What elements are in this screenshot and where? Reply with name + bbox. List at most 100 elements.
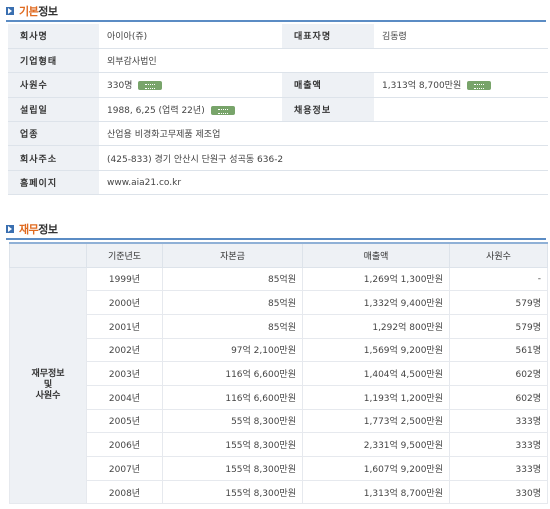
- employees-cell: 333명: [449, 456, 548, 481]
- side-header-blank: [9, 242, 87, 268]
- capital-cell: 55억 8,300만원: [162, 408, 303, 434]
- table-row: 사원수 330명 매출액 1,313억 8,700만원: [8, 72, 548, 98]
- industry-value: 산업용 비경화고무제품 제조업: [99, 121, 548, 147]
- finance-info-heading: 재무정보: [6, 221, 58, 237]
- founded-value: 1988, 6,25 (업력 22년): [107, 105, 205, 116]
- finance-table-body: 재무정보 및 사원수 1999년 85억원 1,269억 1,300만원 -2000년 85억…: [9, 266, 548, 505]
- year-cell: 2001년: [86, 313, 163, 339]
- col-year-header: 기준년도: [86, 242, 163, 268]
- table-row: 2004년 116억 6,600만원 1,193억 1,200만원 602명: [10, 384, 548, 410]
- employees-cell: 561명: [449, 337, 548, 363]
- capital-cell: 85억원: [162, 290, 303, 315]
- table-row: 2001년 85억원 1,292억 800만원 579명: [10, 313, 548, 339]
- table-row: 2008년 155억 8,300만원 1,313억 8,700만원 330명: [10, 479, 548, 505]
- industry-label: 업종: [8, 121, 99, 147]
- sales-cell: 1,292억 800만원: [302, 313, 450, 339]
- graph-badge-icon[interactable]: [467, 81, 492, 91]
- year-cell: 2002년: [86, 337, 163, 363]
- side-label-line: 및: [43, 379, 53, 390]
- founded-label: 설립일: [8, 97, 99, 123]
- capital-cell: 85억원: [162, 266, 303, 292]
- address-value: (425-833) 경기 안산시 단원구 성곡동 636-2: [99, 145, 548, 171]
- table-header-row: 기준년도 자본금 매출액 사원수: [9, 242, 548, 268]
- sales-value: 1,313억 8,700만원: [382, 81, 462, 92]
- side-label-line: 재무정보: [31, 368, 65, 379]
- ceo-value: 김동령: [374, 24, 548, 49]
- year-cell: 2000년: [86, 290, 163, 315]
- address-label: 회사주소: [8, 145, 99, 171]
- sales-cell: 1,404억 4,500만원: [302, 361, 450, 386]
- table-row: 업종 산업용 비경화고무제품 제조업: [8, 121, 548, 147]
- recruit-value: [374, 97, 548, 123]
- employees-cell: 602명: [449, 361, 548, 386]
- capital-cell: 97억 2,100만원: [162, 337, 303, 363]
- table-row: 기업형태 외부감사법인: [8, 48, 548, 74]
- table-row: 2003년 116억 6,600만원 1,404억 4,500만원 602명: [10, 361, 548, 386]
- company-type-value: 외부감사법인: [99, 48, 548, 74]
- employees-cell: 330명: [449, 479, 548, 505]
- employees-cell: 602명: [449, 384, 548, 410]
- homepage-label: 홈페이지: [8, 170, 99, 196]
- basic-info-heading: 기본정보: [6, 3, 58, 19]
- basic-info-table: 회사명 아이아(쥬) 대표자명 김동령 기업형태 외부감사법인 사원수 330명…: [8, 24, 548, 196]
- col-employees-header: 사원수: [449, 242, 548, 268]
- capital-cell: 116억 6,600만원: [162, 361, 303, 386]
- basic-info-divider: [6, 20, 546, 22]
- sales-cell: 1,332억 9,400만원: [302, 290, 450, 315]
- table-row: 2000년 85억원 1,332억 9,400만원 579명: [10, 290, 548, 315]
- employees-cell: 333명: [449, 432, 548, 457]
- side-label-line: 사원수: [35, 390, 61, 401]
- employees-cell: 330명: [99, 72, 282, 98]
- capital-cell: 155억 8,300만원: [162, 432, 303, 457]
- finance-table: 기준년도 자본금 매출액 사원수 재무정보 및 사원수 1999년 85억원 1,269억…: [9, 242, 548, 505]
- sales-cell: 1,269억 1,300만원: [302, 266, 450, 292]
- company-name-value: 아이아(쥬): [99, 24, 282, 49]
- finance-info-title: 재무정보: [19, 223, 58, 236]
- sales-cell: 1,193억 1,200만원: [302, 384, 450, 410]
- graph-badge-icon[interactable]: [138, 81, 163, 91]
- employees-cell: 579명: [449, 313, 548, 339]
- table-row: 재무정보 및 사원수 1999년 85억원 1,269억 1,300만원 -: [9, 266, 548, 505]
- col-capital-header: 자본금: [162, 242, 303, 268]
- table-row: 홈페이지 www.aia21.co.kr: [8, 170, 548, 196]
- recruit-label: 채용정보: [282, 97, 374, 123]
- employees-cell: 333명: [449, 408, 548, 434]
- finance-side-label: 재무정보 및 사원수: [9, 266, 87, 505]
- year-cell: 1999년: [86, 266, 163, 292]
- sales-cell: 1,607억 9,200만원: [302, 456, 450, 481]
- table-row: 2007년 155억 8,300만원 1,607억 9,200만원 333명: [10, 456, 548, 481]
- sales-cell: 1,773억 2,500만원: [302, 408, 450, 434]
- year-cell: 2007년: [86, 456, 163, 481]
- company-name-label: 회사명: [8, 24, 99, 49]
- year-cell: 2008년: [86, 479, 163, 505]
- capital-cell: 155억 8,300만원: [162, 456, 303, 481]
- basic-info-title: 기본정보: [19, 5, 58, 18]
- table-row: 설립일 1988, 6,25 (업력 22년) 채용정보: [8, 97, 548, 123]
- table-row: 2006년 155억 8,300만원 2,331억 9,500만원 333명: [10, 432, 548, 457]
- arrow-bullet-icon: [6, 7, 14, 15]
- table-row: 2005년 55억 8,300만원 1,773억 2,500만원 333명: [10, 408, 548, 434]
- col-sales-header: 매출액: [302, 242, 450, 268]
- arrow-bullet-icon: [6, 225, 14, 233]
- company-type-label: 기업형태: [8, 48, 99, 74]
- capital-cell: 155억 8,300만원: [162, 479, 303, 505]
- sales-cell: 1,313억 8,700만원: [374, 72, 548, 98]
- employees-label: 사원수: [8, 72, 99, 98]
- year-cell: 2006년: [86, 432, 163, 457]
- employees-value: 330명: [107, 81, 133, 92]
- founded-cell: 1988, 6,25 (업력 22년): [99, 97, 282, 123]
- table-row: 회사주소 (425-833) 경기 안산시 단원구 성곡동 636-2: [8, 145, 548, 171]
- graph-badge-icon[interactable]: [210, 105, 235, 115]
- employees-cell: 579명: [449, 290, 548, 315]
- year-cell: 2005년: [86, 408, 163, 434]
- finance-info-divider: [6, 238, 546, 240]
- employees-cell: -: [449, 266, 548, 292]
- table-row: 회사명 아이아(쥬) 대표자명 김동령: [8, 24, 548, 49]
- sales-cell: 1,313억 8,700만원: [302, 479, 450, 505]
- capital-cell: 116억 6,600만원: [162, 384, 303, 410]
- year-cell: 2004년: [86, 384, 163, 410]
- ceo-label: 대표자명: [282, 24, 374, 49]
- sales-label: 매출액: [282, 72, 374, 98]
- homepage-link[interactable]: www.aia21.co.kr: [99, 170, 548, 196]
- capital-cell: 85억원: [162, 313, 303, 339]
